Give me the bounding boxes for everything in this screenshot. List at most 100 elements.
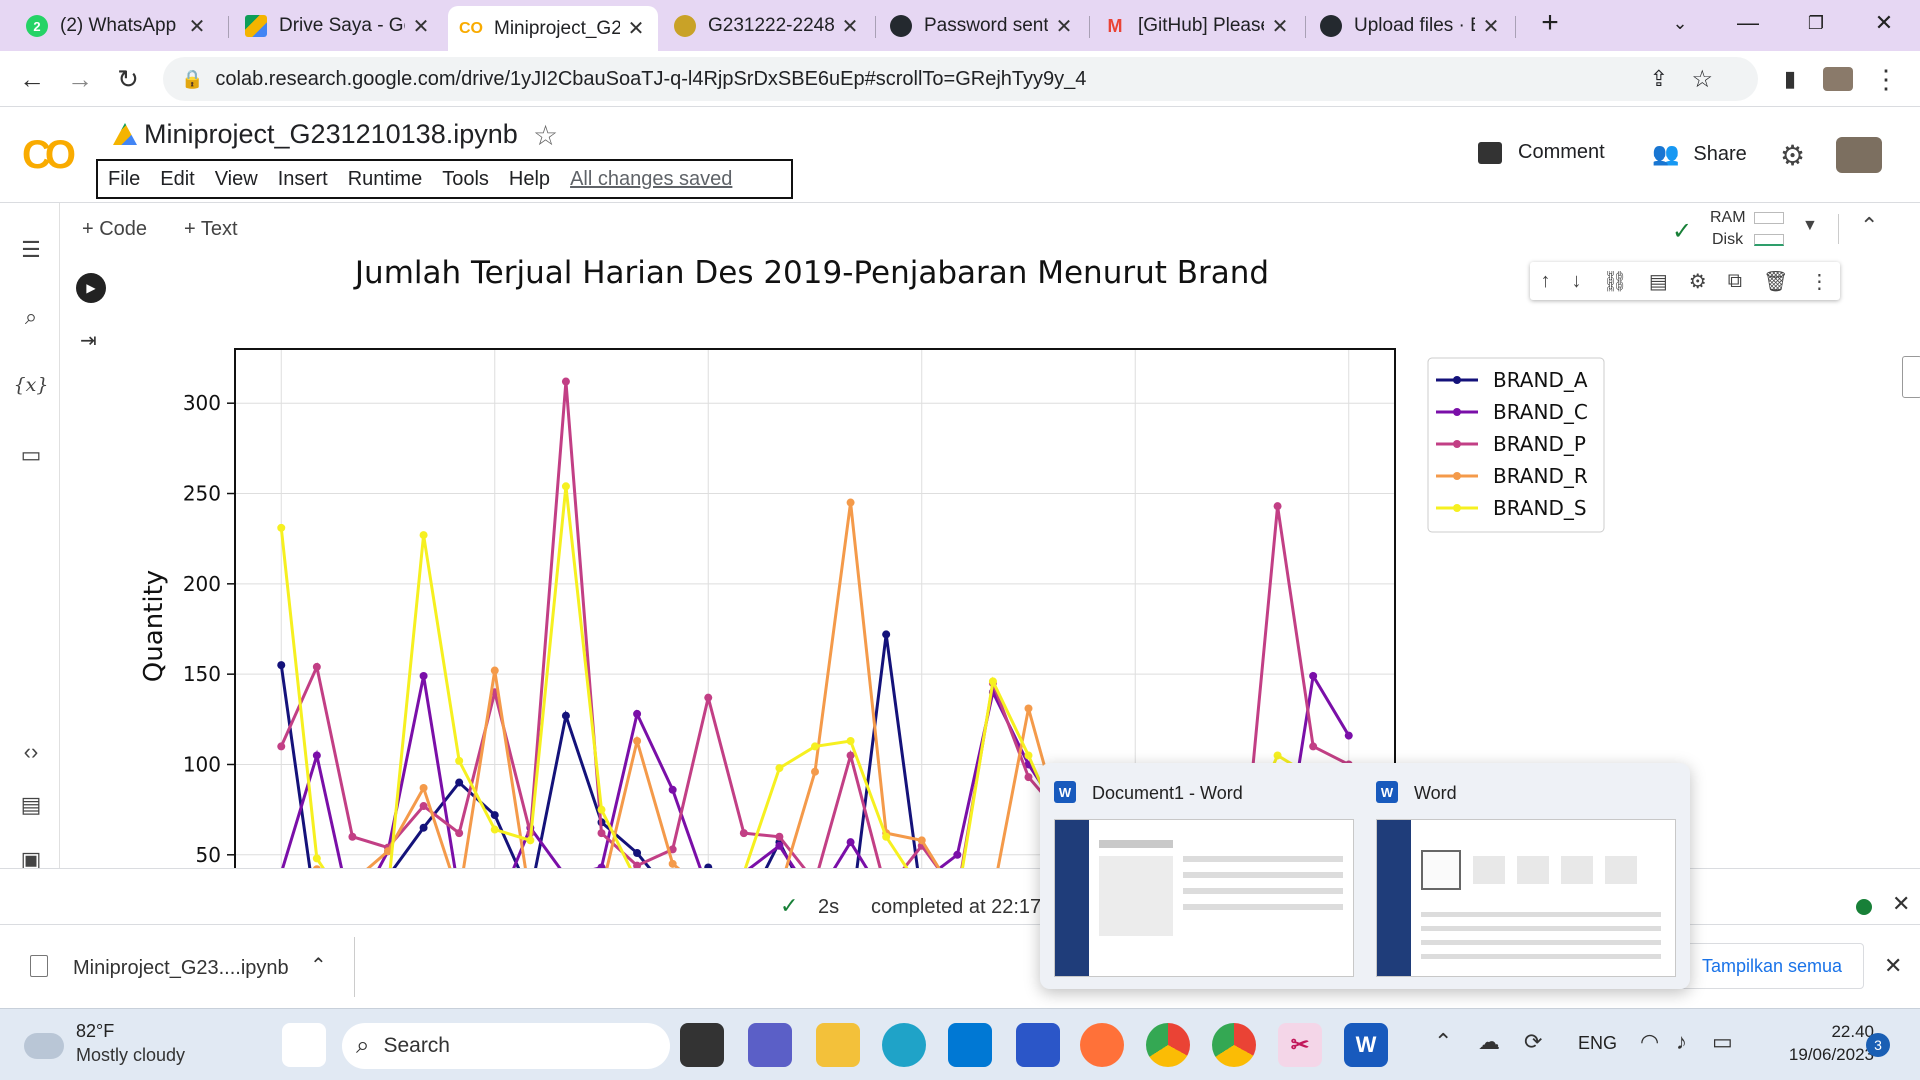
close-shelf-icon[interactable]: ✕: [1884, 953, 1902, 979]
tab-whatsapp[interactable]: 2 (2) WhatsApp ✕: [14, 6, 219, 46]
menu-view[interactable]: View: [215, 168, 258, 191]
browser-menu-icon[interactable]: ⋮: [1868, 61, 1904, 97]
command-palette-icon[interactable]: ▤: [14, 788, 48, 822]
forward-button[interactable]: →: [62, 61, 98, 97]
teams-chat-icon[interactable]: [748, 1023, 792, 1067]
download-options-chevron-icon[interactable]: ⌃: [310, 953, 327, 978]
notebook-title[interactable]: Miniproject_G231210138.ipynb: [144, 119, 518, 150]
download-filename[interactable]: Miniproject_G23....ipynb: [73, 957, 289, 980]
tab-search-chevron-icon[interactable]: ⌄: [1650, 0, 1710, 46]
close-tab-icon[interactable]: ✕: [626, 16, 646, 41]
files-folder-icon[interactable]: ▭: [14, 438, 48, 472]
weather-temp[interactable]: 82°F: [76, 1021, 114, 1042]
close-tab-icon[interactable]: ✕: [1270, 14, 1290, 39]
minimize-button[interactable]: —: [1718, 0, 1778, 46]
profile-avatar[interactable]: [1820, 61, 1856, 97]
restore-button[interactable]: ❐: [1786, 0, 1846, 46]
clock-time[interactable]: 22.40: [1812, 1022, 1874, 1042]
tab-university[interactable]: G231222-2248 ✕: [662, 6, 872, 46]
volume-icon[interactable]: ♪: [1676, 1029, 1687, 1055]
edge-browser-icon[interactable]: [882, 1023, 926, 1067]
variables-icon[interactable]: {x}: [14, 368, 49, 402]
wifi-icon[interactable]: ◠: [1640, 1029, 1659, 1055]
firefox-icon[interactable]: [1080, 1023, 1124, 1067]
preview-thumbnail-document1[interactable]: [1054, 819, 1354, 977]
share-button[interactable]: 👥 Share: [1652, 141, 1747, 167]
close-tab-icon[interactable]: ✕: [1481, 14, 1501, 39]
data-point: [1273, 751, 1282, 760]
user-avatar[interactable]: [1836, 137, 1882, 173]
weather-cloud-icon[interactable]: [24, 1033, 64, 1059]
preview-thumbnail-word[interactable]: [1376, 819, 1676, 977]
ram-label[interactable]: RAM: [1710, 209, 1746, 227]
back-button[interactable]: ←: [14, 61, 50, 97]
new-tab-button[interactable]: +: [1520, 0, 1580, 46]
data-point: [811, 742, 819, 751]
comment-button[interactable]: Comment: [1478, 141, 1605, 164]
add-code-button[interactable]: + Code: [82, 218, 147, 241]
weather-desc[interactable]: Mostly cloudy: [76, 1045, 185, 1066]
menu-file[interactable]: File: [108, 168, 140, 191]
snipping-tool-icon[interactable]: ✂: [1278, 1023, 1322, 1067]
show-all-downloads-button[interactable]: Tampilkan semua: [1680, 943, 1864, 989]
colab-logo-icon[interactable]: CO: [22, 133, 76, 178]
data-point: [668, 785, 677, 794]
chrome-icon[interactable]: [1146, 1023, 1190, 1067]
tab-gmail[interactable]: M [GitHub] Please ✕: [1092, 6, 1302, 46]
notification-badge[interactable]: 3: [1866, 1033, 1890, 1057]
google-drive-icon[interactable]: [113, 123, 137, 145]
address-bar[interactable]: 🔒 colab.research.google.com/drive/1yJI2C…: [163, 57, 1758, 101]
close-window-button[interactable]: ✕: [1854, 0, 1914, 46]
sync-icon[interactable]: ⟳: [1524, 1029, 1542, 1055]
language-indicator[interactable]: ENG: [1578, 1033, 1617, 1054]
settings-gear-icon[interactable]: ⚙: [1780, 139, 1805, 172]
chrome-profile-icon[interactable]: [1212, 1023, 1256, 1067]
disk-label[interactable]: Disk: [1712, 231, 1743, 249]
close-tab-icon[interactable]: ✕: [1054, 14, 1074, 39]
file-explorer-icon[interactable]: [816, 1023, 860, 1067]
tab-github-password[interactable]: Password sent ✕: [878, 6, 1086, 46]
tab-colab-active[interactable]: CO Miniproject_G2 ✕: [448, 6, 658, 51]
menu-edit[interactable]: Edit: [160, 168, 194, 191]
search-icon[interactable]: ⌕: [14, 300, 48, 334]
menu-runtime[interactable]: Runtime: [348, 168, 422, 191]
legend-label: BRAND_P: [1493, 432, 1586, 456]
clock-date[interactable]: 19/06/2023: [1760, 1045, 1874, 1065]
taskbar-search-box[interactable]: ⌕ Search: [342, 1023, 670, 1069]
legend-label: BRAND_A: [1493, 368, 1588, 392]
menu-insert[interactable]: Insert: [278, 168, 328, 191]
task-view-icon[interactable]: [680, 1023, 724, 1067]
windows-start-icon[interactable]: [282, 1023, 326, 1067]
star-icon[interactable]: ☆: [533, 119, 558, 152]
menu-help[interactable]: Help: [509, 168, 550, 191]
tab-drive[interactable]: Drive Saya - Go ✕: [233, 6, 443, 46]
onedrive-cloud-icon[interactable]: ☁: [1478, 1029, 1500, 1055]
close-tab-icon[interactable]: ✕: [840, 14, 860, 39]
close-status-icon[interactable]: ✕: [1892, 891, 1910, 917]
preview-title-word[interactable]: Word: [1414, 783, 1457, 804]
side-panel-icon[interactable]: ▮: [1772, 61, 1808, 97]
reload-button[interactable]: ↻: [110, 61, 146, 97]
data-point: [277, 661, 286, 670]
vpn-app-icon[interactable]: [1016, 1023, 1060, 1067]
vertical-scrollbar-thumb[interactable]: [1902, 356, 1920, 398]
close-tab-icon[interactable]: ✕: [411, 14, 431, 39]
close-tab-icon[interactable]: ✕: [187, 14, 207, 39]
word-icon[interactable]: W: [1344, 1023, 1388, 1067]
add-text-button[interactable]: + Text: [184, 218, 238, 241]
bookmark-star-icon[interactable]: ☆: [1691, 65, 1713, 94]
microsoft-store-icon[interactable]: [948, 1023, 992, 1067]
show-hidden-icons-chevron-icon[interactable]: ⌃: [1434, 1029, 1452, 1055]
share-page-icon[interactable]: ⇪: [1650, 66, 1668, 92]
menu-tools[interactable]: Tools: [442, 168, 489, 191]
runtime-dropdown-icon[interactable]: ▼: [1802, 217, 1818, 235]
code-snippets-icon[interactable]: ‹›: [14, 735, 48, 769]
table-of-contents-icon[interactable]: ☰: [14, 233, 48, 267]
left-sidebar: ☰ ⌕ {x} ▭ ‹› ▤ ▣: [0, 203, 60, 893]
legend-label: BRAND_S: [1493, 496, 1587, 520]
save-status[interactable]: All changes saved: [570, 168, 732, 191]
preview-title-document1[interactable]: Document1 - Word: [1092, 783, 1243, 804]
tab-github-upload[interactable]: Upload files · B ✕: [1308, 6, 1513, 46]
battery-icon[interactable]: ▭: [1712, 1029, 1733, 1055]
collapse-header-icon[interactable]: ⌃: [1860, 213, 1878, 239]
